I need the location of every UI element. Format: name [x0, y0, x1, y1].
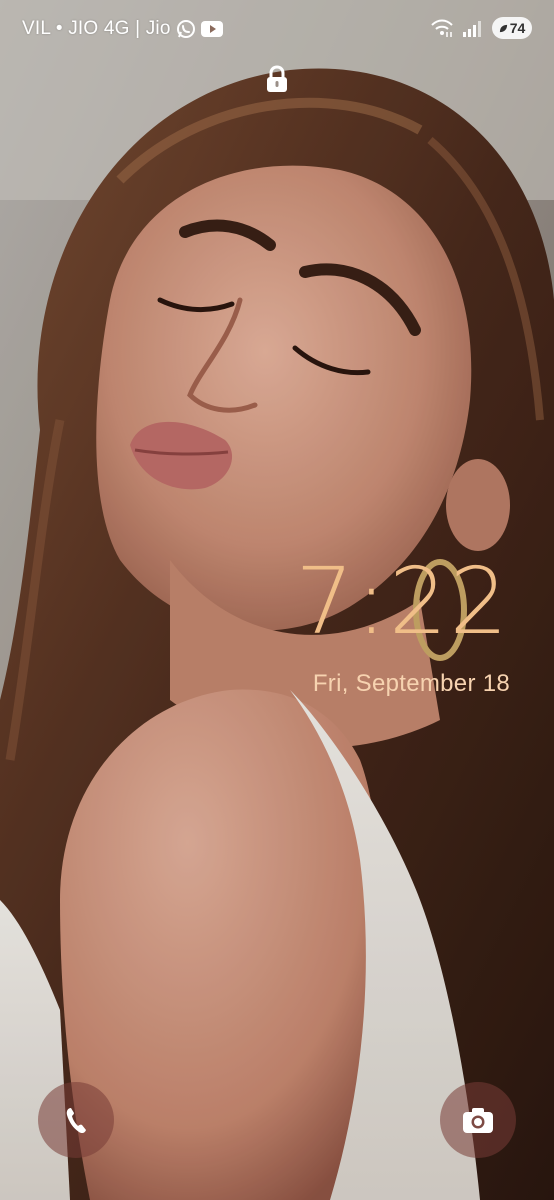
clock-time: 7:22: [295, 548, 510, 655]
wifi-icon: [430, 18, 454, 38]
whatsapp-icon: [176, 19, 196, 39]
carrier-text: VIL • JIO 4G | Jio: [22, 18, 171, 39]
clock-date: Fri, September 18: [312, 670, 510, 697]
youtube-icon: [200, 21, 223, 37]
phone-shortcut-button[interactable]: [38, 1082, 114, 1158]
camera-shortcut-button[interactable]: [440, 1082, 516, 1158]
battery-indicator: 74: [492, 17, 532, 39]
status-right-group: 74: [430, 17, 532, 39]
signal-icon: [462, 19, 484, 37]
lock-screen[interactable]: VIL • JIO 4G | Jio 74 7:22 Fri, Septembe…: [0, 0, 554, 1200]
phone-icon: [66, 1108, 86, 1134]
lock-icon: [265, 64, 289, 94]
lock-clock: 7:22 Fri, September 18: [295, 556, 510, 698]
battery-level: 74: [509, 20, 526, 36]
battery-saver-icon: [499, 24, 507, 32]
status-bar: VIL • JIO 4G | Jio 74: [0, 0, 554, 58]
carrier-info: VIL • JIO 4G | Jio: [22, 18, 223, 40]
camera-icon: [463, 1108, 493, 1133]
